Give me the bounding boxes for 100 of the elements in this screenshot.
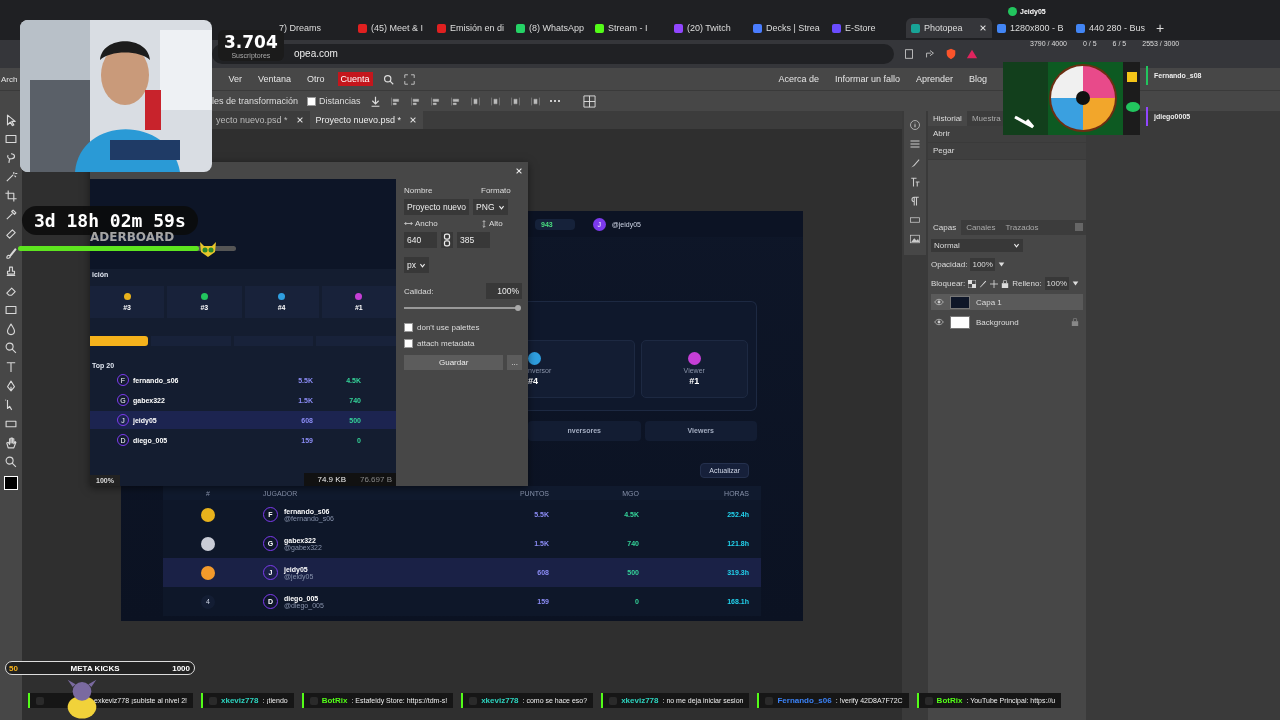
- eye-icon[interactable]: [934, 298, 944, 306]
- info-icon[interactable]: [909, 119, 921, 131]
- panel-tab[interactable]: Historial: [928, 111, 967, 126]
- fill-field[interactable]: 100%: [1044, 277, 1070, 290]
- clipboard-icon[interactable]: [903, 48, 915, 60]
- move-icon[interactable]: [990, 279, 999, 288]
- fullscreen-icon[interactable]: [403, 73, 415, 85]
- search-icon[interactable]: [382, 73, 394, 85]
- menu-item[interactable]: Ventana: [254, 72, 294, 86]
- layer-row[interactable]: Capa 1: [931, 294, 1083, 310]
- more-button[interactable]: ...: [507, 355, 522, 370]
- more-icon[interactable]: [549, 99, 560, 103]
- blend-mode-dropdown[interactable]: Normal: [931, 239, 1023, 252]
- menu-item[interactable]: Arch: [0, 72, 18, 86]
- color-swatch[interactable]: [4, 476, 18, 490]
- document-tab[interactable]: yecto nuevo.psd *: [210, 111, 310, 129]
- paragraph-icon[interactable]: [909, 195, 921, 207]
- cursor-icon[interactable]: [4, 113, 18, 127]
- shield-icon[interactable]: [945, 48, 957, 60]
- panel-tab[interactable]: Capas: [928, 220, 962, 235]
- quality-field[interactable]: 100%: [486, 283, 522, 299]
- option-checkbox[interactable]: don't use palettes: [404, 323, 522, 332]
- dropdown-arrow-icon[interactable]: [1072, 280, 1080, 287]
- document-tab[interactable]: Proyecto nuevo.psd *: [309, 111, 424, 129]
- checker-icon[interactable]: [968, 279, 977, 288]
- close-icon[interactable]: [979, 24, 987, 32]
- option-checkbox[interactable]: attach metadata: [404, 339, 522, 348]
- menu-item[interactable]: Blog: [966, 72, 990, 86]
- magnifier-icon[interactable]: [4, 341, 18, 355]
- distribute-icon[interactable]: [529, 95, 541, 107]
- character-icon[interactable]: [909, 176, 921, 188]
- unit-dropdown[interactable]: px: [404, 257, 429, 273]
- panel-tab[interactable]: Canales: [961, 220, 1001, 235]
- opacity-field[interactable]: 100%: [970, 258, 995, 271]
- save-button[interactable]: Guardar: [404, 355, 504, 370]
- browser-tab[interactable]: (20) Twitch: [669, 18, 748, 38]
- mascot-icon: [198, 240, 218, 258]
- align-icon[interactable]: [389, 95, 401, 107]
- distribute-icon[interactable]: [489, 95, 501, 107]
- wand-icon[interactable]: [4, 170, 18, 184]
- bandage-icon[interactable]: [4, 227, 18, 241]
- new-tab-button[interactable]: +: [1150, 18, 1171, 38]
- grid-icon[interactable]: [582, 94, 596, 108]
- distribute-icon[interactable]: [509, 95, 521, 107]
- triangle-icon[interactable]: [966, 48, 978, 60]
- field-label: Relleno:: [1012, 279, 1042, 288]
- lock-icon[interactable]: [1001, 279, 1010, 288]
- crop-icon[interactable]: [4, 189, 18, 203]
- browser-tab[interactable]: Emisión en di: [432, 18, 511, 38]
- height-arrow-icon: [481, 219, 487, 228]
- close-icon[interactable]: [515, 167, 523, 175]
- browser-tab[interactable]: Decks | Strea: [748, 18, 827, 38]
- download-icon[interactable]: [369, 95, 381, 107]
- browser-tab[interactable]: 440 280 - Bus: [1071, 18, 1150, 38]
- menu-item[interactable]: Informar un fallo: [831, 72, 903, 86]
- marquee-icon[interactable]: [4, 132, 18, 146]
- stamp-icon[interactable]: [4, 265, 18, 279]
- drop-icon[interactable]: [4, 322, 18, 336]
- eyedropper-icon[interactable]: [4, 208, 18, 222]
- format-dropdown[interactable]: PNG: [473, 199, 508, 215]
- browser-tab[interactable]: Photopea: [906, 18, 992, 38]
- width-field[interactable]: 640: [404, 232, 437, 248]
- lasso-icon[interactable]: [4, 151, 18, 165]
- panel-tab[interactable]: Muestra: [966, 111, 1006, 126]
- hand-icon[interactable]: [4, 436, 18, 450]
- browser-tab[interactable]: (45) Meet & I: [353, 18, 432, 38]
- image-icon[interactable]: [909, 233, 921, 245]
- align-icon[interactable]: [409, 95, 421, 107]
- distribute-icon[interactable]: [469, 95, 481, 107]
- zoom-icon[interactable]: [4, 455, 18, 469]
- browser-tab[interactable]: Stream - I: [590, 18, 669, 38]
- align-icon[interactable]: [449, 95, 461, 107]
- menu-item[interactable]: Ver: [225, 72, 245, 86]
- menu-item[interactable]: Cuenta: [337, 72, 373, 86]
- history-item[interactable]: Pegar: [928, 143, 1086, 160]
- panel-tab[interactable]: Trazados: [1000, 220, 1044, 235]
- chain-icon[interactable]: [441, 232, 453, 248]
- field-label: Alto: [489, 219, 503, 228]
- browser-tab[interactable]: 1280x800 - B: [992, 18, 1071, 38]
- name-field[interactable]: Proyecto nuevo: [404, 199, 470, 215]
- css-icon[interactable]: [909, 214, 921, 226]
- dropdown-arrow-icon[interactable]: [997, 261, 1005, 268]
- browser-tab[interactable]: E-Store: [827, 18, 906, 38]
- layer-row[interactable]: Background: [931, 314, 1083, 330]
- browser-tab[interactable]: (8) WhatsApp: [511, 18, 590, 38]
- height-field[interactable]: 385: [457, 232, 490, 248]
- close-icon[interactable]: [295, 116, 304, 124]
- menu-item[interactable]: Acerca de: [775, 72, 822, 86]
- text-tool-icon[interactable]: [4, 360, 18, 374]
- eye-icon[interactable]: [934, 318, 944, 326]
- menu-item[interactable]: Otro: [304, 72, 328, 86]
- close-icon[interactable]: [409, 116, 418, 124]
- sliders-icon[interactable]: [909, 138, 921, 150]
- align-icon[interactable]: [429, 95, 441, 107]
- gradient-icon[interactable]: [4, 303, 18, 317]
- field-label: Bloquear:: [931, 279, 966, 288]
- distances-checkbox[interactable]: Distancias: [307, 96, 361, 106]
- share-icon[interactable]: [924, 48, 936, 60]
- pen-icon[interactable]: [4, 379, 18, 393]
- menu-item[interactable]: Aprender: [912, 72, 956, 86]
